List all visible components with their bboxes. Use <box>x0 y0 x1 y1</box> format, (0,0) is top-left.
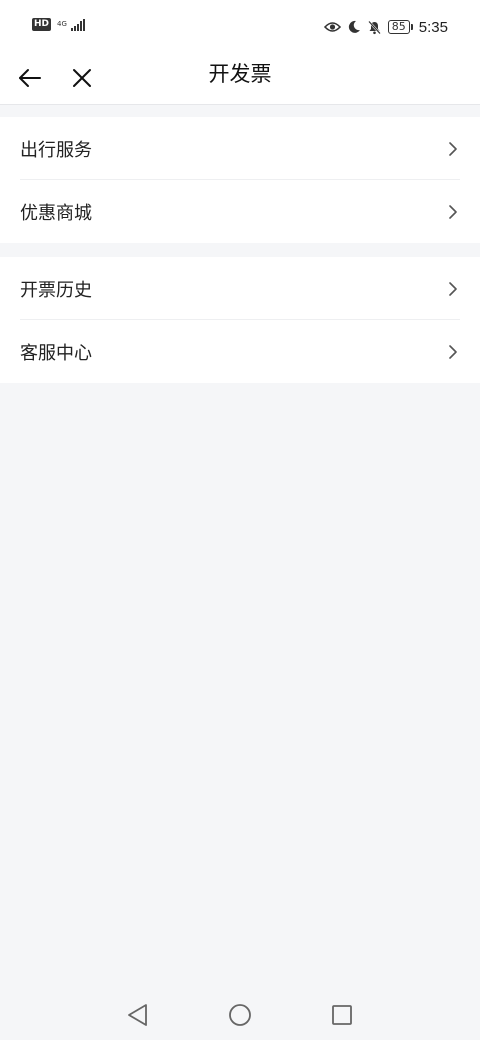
battery-tip <box>410 24 413 30</box>
status-bar-left: HD 4G <box>32 18 85 31</box>
system-nav-bar <box>0 988 480 1040</box>
chevron-right-icon <box>446 344 460 359</box>
menu-group-support: 开票历史 客服中心 <box>0 257 480 383</box>
close-button[interactable] <box>64 60 100 96</box>
network-type: 4G <box>57 21 67 28</box>
menu-item-label: 出行服务 <box>20 139 92 161</box>
eye-icon <box>323 22 341 32</box>
status-bar-right: 85 5:35 <box>323 16 448 38</box>
close-icon <box>73 69 91 87</box>
hd-badge: HD <box>32 18 52 31</box>
menu-item-label: 开票历史 <box>20 279 92 301</box>
clock: 5:35 <box>418 18 448 36</box>
menu-item-customer-service[interactable]: 客服中心 <box>0 320 480 383</box>
menu-item-travel-services[interactable]: 出行服务 <box>0 117 480 180</box>
system-recent-apps-button[interactable] <box>328 1001 356 1029</box>
network-type-label: 4G <box>57 20 67 28</box>
status-bar: HD 4G 85 5:35 <box>0 0 480 52</box>
chevron-right-icon <box>446 141 460 156</box>
bell-muted-icon <box>367 20 381 34</box>
moon-icon <box>348 20 360 33</box>
circle-home-icon <box>229 1004 251 1026</box>
menu-item-invoice-history[interactable]: 开票历史 <box>0 257 480 320</box>
menu-group-services: 出行服务 优惠商城 <box>0 117 480 243</box>
system-home-button[interactable] <box>226 1001 254 1029</box>
battery-level: 85 <box>387 20 410 34</box>
nav-header: 开发票 <box>0 52 480 105</box>
arrow-left-icon <box>19 69 41 87</box>
menu-item-label: 优惠商城 <box>20 202 92 224</box>
menu-item-label: 客服中心 <box>20 342 92 364</box>
chevron-right-icon <box>446 204 460 219</box>
battery-indicator: 85 <box>387 20 413 34</box>
triangle-back-icon <box>128 1004 147 1026</box>
square-recent-icon <box>332 1005 352 1025</box>
back-button[interactable] <box>12 60 48 96</box>
chevron-right-icon <box>446 281 460 296</box>
signal-icon <box>70 18 85 31</box>
menu-item-discount-mall[interactable]: 优惠商城 <box>0 180 480 243</box>
system-back-button[interactable] <box>124 1001 152 1029</box>
